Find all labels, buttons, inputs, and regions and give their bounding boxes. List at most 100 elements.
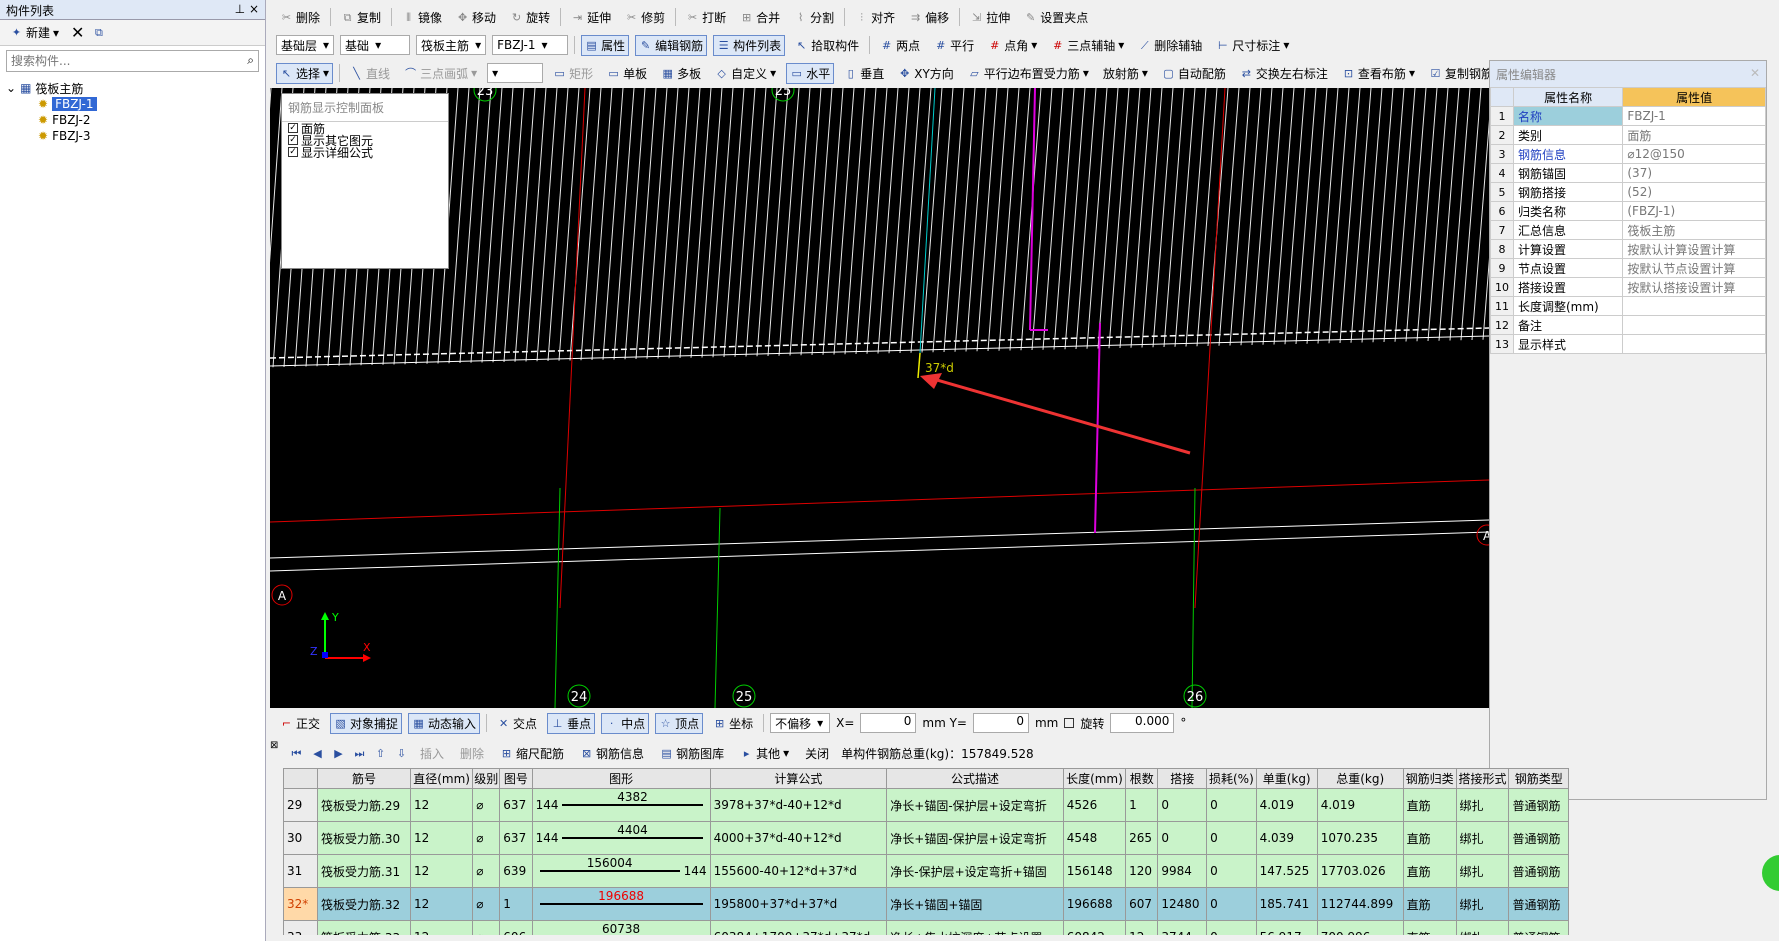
- tool-button-10[interactable]: ⫶ 对齐: [851, 7, 899, 28]
- cell-name[interactable]: 筏板受力筋.33: [317, 920, 411, 935]
- search-input[interactable]: [7, 51, 244, 71]
- dimension-button[interactable]: ⊢ 尺寸标注 ▾: [1212, 35, 1293, 56]
- cell-desc[interactable]: 净长-保护层+设定弯折+锚固: [886, 854, 1064, 888]
- property-value[interactable]: ⌀12@150: [1622, 144, 1766, 164]
- table-row[interactable]: 32* 筏板受力筋.32 12 ⌀ 1 196688 195800+37*d+37*d 净长+…: [283, 887, 1569, 921]
- cell-lv[interactable]: ⌀: [472, 887, 501, 921]
- cell-lv[interactable]: ⌀: [472, 788, 501, 822]
- new-button[interactable]: ✦ 新建 ▾: [6, 22, 63, 43]
- cell-formula[interactable]: 195800+37*d+37*d: [709, 887, 888, 921]
- property-value[interactable]: [1622, 296, 1766, 316]
- property-value[interactable]: 面筋: [1622, 125, 1766, 145]
- grid-header[interactable]: 损耗(%): [1206, 768, 1257, 789]
- cell-cnt[interactable]: 1: [1125, 788, 1159, 822]
- cell-name[interactable]: 筏板受力筋.31: [317, 854, 411, 888]
- cell-d[interactable]: 12: [409, 887, 474, 921]
- property-row[interactable]: 13 显示样式: [1490, 334, 1766, 354]
- tool-button-1[interactable]: ⧉ 复制: [337, 7, 385, 28]
- property-row[interactable]: 1 名称 FBZJ-1: [1490, 106, 1766, 126]
- rebar-info-button[interactable]: ⊠ 钢筋信息: [576, 743, 648, 764]
- property-value[interactable]: 按默认计算设置计算: [1622, 239, 1766, 259]
- property-row[interactable]: 5 钢筋搭接 (52): [1490, 182, 1766, 202]
- cell-len[interactable]: 156148: [1062, 854, 1127, 888]
- cell-type[interactable]: 普通钢筋: [1508, 887, 1569, 921]
- last-icon[interactable]: ⏭: [353, 747, 366, 760]
- cell-type[interactable]: 普通钢筋: [1508, 788, 1569, 822]
- component-list-button[interactable]: ☰ 构件列表: [713, 34, 786, 56]
- copy-icon[interactable]: ⧉: [92, 26, 105, 39]
- grid-header[interactable]: 长度(mm): [1062, 768, 1127, 789]
- cell-loss[interactable]: 0: [1206, 788, 1257, 822]
- cell-fig[interactable]: 637: [499, 788, 533, 822]
- cell-lap[interactable]: 3744: [1157, 920, 1208, 935]
- cell-lap[interactable]: 9984: [1157, 854, 1208, 888]
- select-button[interactable]: ↖ 选择 ▾: [276, 62, 334, 84]
- cell-tw[interactable]: 700.996: [1316, 920, 1404, 935]
- line-button[interactable]: ╲ 直线: [346, 63, 394, 84]
- checkbox[interactable]: ✓: [288, 135, 298, 145]
- cell-uw[interactable]: 4.019: [1255, 788, 1318, 822]
- dynamic-input-button[interactable]: ▦ 动态输入: [408, 712, 481, 734]
- cell-d[interactable]: 12: [409, 788, 474, 822]
- grid-header[interactable]: [283, 768, 318, 789]
- tool-button-5[interactable]: ⇥ 延伸: [567, 7, 615, 28]
- ortho-button[interactable]: ⌐ 正交: [276, 713, 324, 734]
- cell-formula[interactable]: 60384+1700+37*d+37*d: [709, 920, 888, 935]
- cell-len[interactable]: 4548: [1062, 821, 1127, 855]
- property-row[interactable]: 12 备注: [1490, 315, 1766, 335]
- cell-uw[interactable]: 147.525: [1255, 854, 1318, 888]
- cell-uw[interactable]: 56.917: [1255, 920, 1318, 935]
- property-value[interactable]: (37): [1622, 163, 1766, 183]
- grid-header[interactable]: 直径(mm): [409, 768, 474, 789]
- cell-formula[interactable]: 4000+37*d-40+12*d: [709, 821, 888, 855]
- cell-uw[interactable]: 4.039: [1255, 821, 1318, 855]
- cell-cls[interactable]: 直筋: [1402, 887, 1457, 921]
- delete-axis-button[interactable]: ⟋ 删除辅轴: [1134, 35, 1206, 56]
- cell-fig[interactable]: 637: [499, 821, 533, 855]
- tree-item[interactable]: ✹ FBZJ-1: [6, 96, 259, 112]
- tool-button-3[interactable]: ✥ 移动: [452, 7, 500, 28]
- property-value[interactable]: 按默认搭接设置计算: [1622, 277, 1766, 297]
- cell-name[interactable]: 筏板受力筋.32: [317, 887, 411, 921]
- option-show-formula[interactable]: ✓ 显示详细公式: [282, 146, 448, 160]
- name-select[interactable]: FBZJ-1 ▾: [492, 35, 569, 55]
- grid-header[interactable]: 钢筋归类: [1402, 768, 1457, 789]
- cell-fig[interactable]: 1: [499, 887, 533, 921]
- property-row[interactable]: 6 归类名称 (FBZJ-1): [1490, 201, 1766, 221]
- tool-button-2[interactable]: ⫴ 镜像: [398, 7, 446, 28]
- delete-row-button[interactable]: 删除: [456, 743, 488, 764]
- vertex-button[interactable]: ☆ 顶点: [655, 712, 704, 734]
- checkbox[interactable]: ✓: [288, 147, 298, 157]
- cell-type[interactable]: 普通钢筋: [1508, 854, 1569, 888]
- type-select[interactable]: 筏板主筋 ▾: [416, 35, 487, 55]
- grid-header[interactable]: 钢筋类型: [1508, 768, 1569, 789]
- scale-rebar-button[interactable]: ⊞ 缩尺配筋: [496, 743, 568, 764]
- tool-button-8[interactable]: ⊞ 合并: [736, 7, 784, 28]
- prev-icon[interactable]: ◀: [311, 747, 324, 760]
- property-value[interactable]: [1622, 315, 1766, 335]
- close-icon[interactable]: ×: [249, 2, 259, 16]
- next-icon[interactable]: ▶: [332, 747, 345, 760]
- cell-fig[interactable]: 639: [499, 854, 533, 888]
- object-snap-button[interactable]: ▧ 对象捕捉: [330, 712, 403, 734]
- table-row[interactable]: 31 筏板受力筋.31 12 ⌀ 639 156004 144 155600-40+12*d+…: [283, 854, 1569, 888]
- cell-cnt[interactable]: 607: [1125, 887, 1159, 921]
- tool-button-6[interactable]: ✂ 修剪: [621, 7, 669, 28]
- coordinate-button[interactable]: ⊞ 坐标: [709, 713, 757, 734]
- cell-cls[interactable]: 直筋: [1402, 788, 1457, 822]
- rotate-input[interactable]: 0.000: [1110, 713, 1175, 733]
- offset-select[interactable]: 不偏移 ▾: [770, 713, 831, 733]
- pin-icon[interactable]: ⊥: [235, 2, 245, 16]
- property-row[interactable]: 3 钢筋信息 ⌀12@150: [1490, 144, 1766, 164]
- rectangle-button[interactable]: ▭ 矩形: [549, 63, 597, 84]
- cell-tw[interactable]: 1070.235: [1316, 821, 1404, 855]
- grid-header[interactable]: 公式描述: [886, 768, 1064, 789]
- tool-button-0[interactable]: ✂ 删除: [276, 7, 324, 28]
- tree-item[interactable]: ✹ FBZJ-2: [6, 112, 259, 128]
- cell-lt[interactable]: 绑扎: [1455, 854, 1510, 888]
- cell-type[interactable]: 普通钢筋: [1508, 920, 1569, 935]
- search-icon[interactable]: ⌕: [243, 51, 258, 71]
- property-row[interactable]: 8 计算设置 按默认计算设置计算: [1490, 239, 1766, 259]
- cad-drawing[interactable]: 37*d 23 25 24 25 26 A A Y X Z: [270, 88, 1489, 708]
- layer-select[interactable]: 基础层 ▾: [276, 35, 335, 55]
